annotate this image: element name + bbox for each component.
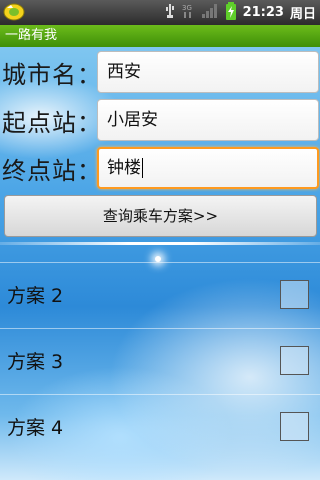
start-input-value: 小居安	[107, 110, 158, 130]
city-input[interactable]: 西安	[97, 51, 319, 93]
usb-icon	[165, 2, 175, 24]
start-station-input[interactable]: 小居安	[97, 99, 319, 141]
signal-icon	[201, 2, 219, 24]
divider	[0, 242, 320, 245]
app-title-bar: 一路有我	[0, 25, 320, 47]
plan-checkbox[interactable]	[280, 280, 309, 309]
start-label: 起点站：	[2, 109, 102, 137]
plan-list-item[interactable]: 方案 4	[0, 394, 320, 460]
main-content: 城市名： 西安 起点站： 小居安 终点站： 钟楼 查询乘车方案>> 方案 2 方…	[0, 47, 320, 480]
3g-icon: 3G	[181, 2, 195, 24]
city-label: 城市名：	[2, 61, 102, 89]
clock-day: 周日	[289, 7, 316, 22]
status-bar: 3G 21:23 周日	[0, 0, 320, 25]
end-station-input[interactable]: 钟楼	[97, 147, 319, 189]
end-input-value: 钟楼	[107, 158, 141, 178]
plan-list-item[interactable]: 方案 2	[0, 262, 320, 328]
app-icon	[3, 2, 25, 22]
start-row: 起点站： 小居安	[0, 97, 320, 143]
plan-label: 方案 3	[7, 351, 64, 373]
clock-time: 21:23	[242, 5, 284, 20]
text-caret	[142, 158, 143, 178]
end-row: 终点站： 钟楼	[0, 145, 320, 191]
plan-label: 方案 4	[7, 417, 64, 439]
plan-checkbox[interactable]	[280, 412, 309, 441]
city-row: 城市名： 西安	[0, 49, 320, 95]
svg-text:3G: 3G	[182, 4, 192, 12]
plan-checkbox[interactable]	[280, 346, 309, 375]
plan-list-item[interactable]: 方案 3	[0, 328, 320, 394]
plan-label: 方案 2	[7, 285, 64, 307]
app-title: 一路有我	[5, 28, 58, 43]
battery-charging-icon	[225, 1, 237, 25]
end-label: 终点站：	[2, 157, 102, 185]
city-input-value: 西安	[107, 62, 141, 82]
query-route-button[interactable]: 查询乘车方案>>	[4, 195, 317, 237]
